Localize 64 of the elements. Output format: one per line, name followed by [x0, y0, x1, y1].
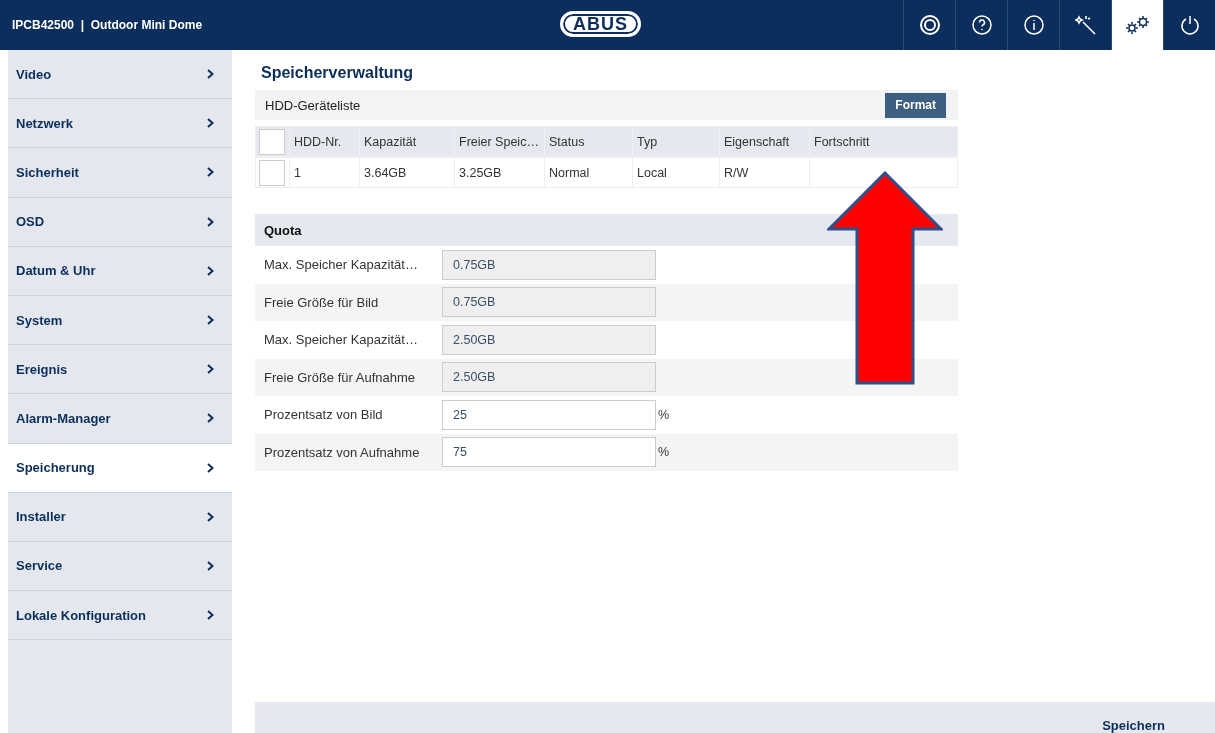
sidebar-label: Installer [16, 509, 66, 525]
toolbar-button[interactable] [1111, 0, 1163, 50]
sidebar-label: OSD [16, 214, 45, 230]
table-cell: 1 [289, 158, 359, 187]
field-label: Max. Speicher Kapazität… [264, 332, 419, 348]
unit-label: % [658, 445, 670, 460]
input-field[interactable]: 75 [442, 437, 656, 468]
column-header: Freier Speic… [454, 127, 544, 156]
sidebar-label: Speicherung [16, 460, 95, 476]
column-header: Typ [632, 127, 719, 156]
table-cell: Local [632, 158, 719, 187]
table-cell: 3.64GB [359, 158, 454, 187]
target-icon [918, 14, 941, 36]
brand-logo: ABUS [560, 11, 641, 37]
column-header: Status [544, 127, 632, 156]
field-label: Freie Größe für Aufnahme [264, 369, 416, 385]
column-header: Eigenschaft [719, 127, 809, 156]
table-cell: R/W [719, 158, 809, 187]
save-button[interactable]: Speichern [1102, 718, 1165, 733]
device-title: IPCB42500 | Outdoor Mini Dome [11, 18, 203, 32]
settings-icon [1123, 15, 1152, 35]
sidebar-label: Alarm-Manager [16, 410, 111, 426]
table-cell: Normal [544, 158, 632, 187]
sidebar-label: System [16, 312, 63, 328]
chevron-icon [207, 610, 214, 621]
chevron-icon [207, 167, 214, 178]
page-title: Speicherverwaltung [260, 63, 415, 83]
magic-wand-icon [1074, 14, 1097, 36]
chevron-icon [207, 118, 214, 129]
sidebar-label: Sicherheit [16, 164, 79, 180]
checkbox[interactable] [259, 159, 285, 186]
sidebar-label: Lokale Konfiguration [16, 607, 146, 623]
section-title: Quota [264, 222, 302, 238]
sidebar-label: Datum & Uhr [16, 263, 96, 279]
chevron-icon [207, 216, 214, 227]
power-icon [1178, 14, 1201, 36]
column-header: HDD-Nr. [289, 127, 359, 156]
chevron-icon [207, 315, 214, 326]
checkbox[interactable] [259, 128, 285, 155]
format-button[interactable]: Format [885, 92, 946, 118]
chevron-icon [207, 413, 214, 424]
chevron-icon [207, 462, 214, 473]
sidebar-label: Netzwerk [16, 115, 74, 131]
column-header: Fortschritt [809, 127, 959, 156]
section-title: HDD-Geräteliste [265, 97, 361, 113]
field-label: Max. Speicher Kapazität… [264, 257, 419, 273]
chevron-icon [207, 265, 214, 276]
chevron-icon [207, 560, 214, 571]
field-label: Prozentsatz von Bild [264, 407, 384, 423]
unit-label: % [658, 407, 670, 422]
sidebar-label: Video [16, 66, 52, 82]
sidebar-label: Service [16, 558, 63, 574]
sidebar-label: Ereignis [16, 361, 68, 377]
chevron-icon [207, 364, 214, 375]
sidebar-item[interactable]: Speicherung [8, 443, 232, 493]
field-label: Prozentsatz von Aufnahme [264, 444, 421, 460]
input-field[interactable]: 25 [442, 399, 656, 430]
table-cell: 3.25GB [454, 158, 544, 187]
help-icon [970, 14, 993, 36]
chevron-icon [207, 69, 214, 80]
chevron-icon [207, 511, 214, 522]
column-header: Kapazität [359, 127, 454, 156]
field-label: Freie Größe für Bild [264, 294, 380, 310]
info-icon [1022, 14, 1045, 36]
